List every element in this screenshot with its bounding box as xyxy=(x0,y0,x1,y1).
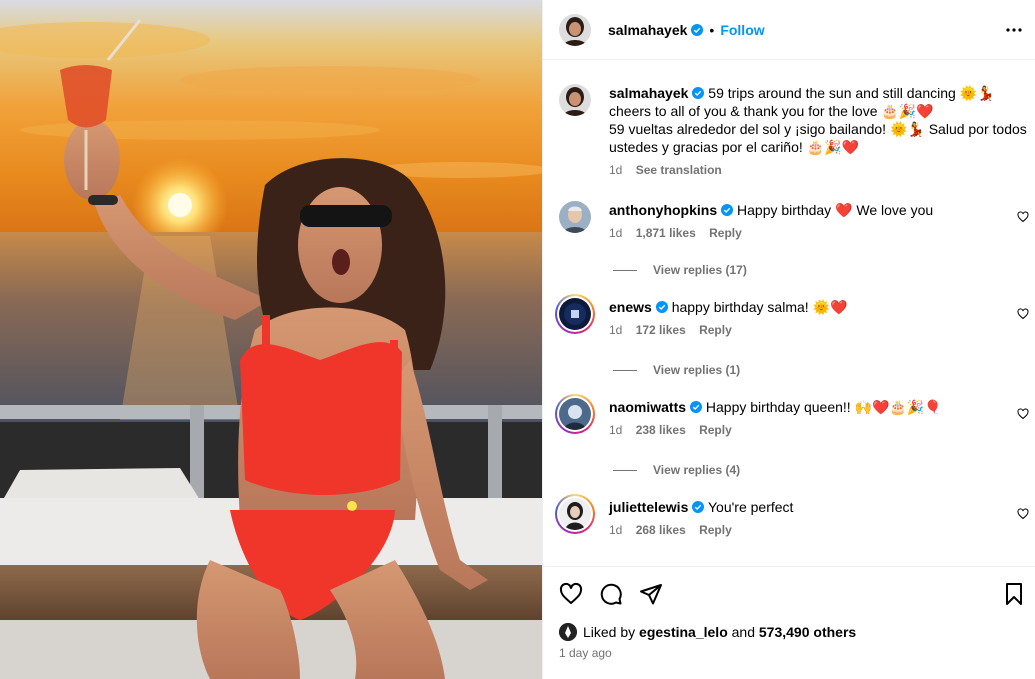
share-icon[interactable] xyxy=(639,582,663,606)
post-photo[interactable] xyxy=(0,0,542,679)
posted-time[interactable]: 1 day ago xyxy=(559,646,612,660)
author-avatar[interactable] xyxy=(559,13,591,46)
liked-by: Liked by egestina_lelo and 573,490 other… xyxy=(559,623,856,641)
comment-time: 1d xyxy=(609,423,623,437)
commenter-avatar[interactable] xyxy=(559,201,591,233)
comment-time: 1d xyxy=(609,226,623,240)
view-replies-button[interactable]: View replies (1) xyxy=(613,363,740,377)
comments-list[interactable]: salmahayek 59 trips around the sun and s… xyxy=(543,61,1035,566)
comment-text: happy birthday salma! 🌞❤️ xyxy=(671,299,848,315)
commenter-avatar-story-ring[interactable] xyxy=(555,294,595,334)
caption-line: cheers to all of you & thank you for the… xyxy=(609,103,934,119)
comment-body: naomiwatts Happy birthday queen!! 🙌❤️🎂🎉🎈… xyxy=(609,398,1011,438)
comment-like-heart-icon[interactable] xyxy=(1017,408,1029,420)
comment-item: juliettelewis You're perfect 1d 268 like… xyxy=(555,494,1029,548)
reply-button[interactable]: Reply xyxy=(709,226,742,240)
commenter-avatar-story-ring[interactable] xyxy=(555,494,595,534)
caption-line: 59 trips around the sun and still dancin… xyxy=(708,85,995,101)
caption-body: salmahayek 59 trips around the sun and s… xyxy=(609,84,1029,178)
caption-meta: 1d See translation xyxy=(609,162,1029,178)
comment-likes[interactable]: 238 likes xyxy=(636,423,686,437)
caption-item: salmahayek 59 trips around the sun and s… xyxy=(559,84,1029,184)
post-side-panel: salmahayek • Follow salmahayek 59 trips … xyxy=(542,0,1035,679)
comment-likes[interactable]: 1,871 likes xyxy=(636,226,696,240)
caption-time: 1d xyxy=(609,163,623,177)
author-avatar[interactable] xyxy=(559,84,591,116)
comment-meta: 1d 172 likes Reply xyxy=(609,322,1011,338)
comment-meta: 1d 268 likes Reply xyxy=(609,522,1011,538)
see-translation-link[interactable]: See translation xyxy=(636,163,722,177)
comment-meta: 1d 238 likes Reply xyxy=(609,422,1011,438)
comment-body: anthonyhopkins Happy birthday ❤️ We love… xyxy=(609,201,1011,241)
comment-time: 1d xyxy=(609,323,623,337)
more-options-icon[interactable] xyxy=(1006,22,1022,38)
comment-likes[interactable]: 268 likes xyxy=(636,523,686,537)
reply-button[interactable]: Reply xyxy=(699,523,732,537)
comment-username[interactable]: anthonyhopkins xyxy=(609,202,717,218)
view-replies-label: View replies (17) xyxy=(653,263,747,277)
comment-like-heart-icon[interactable] xyxy=(1017,211,1029,223)
bookmark-icon[interactable] xyxy=(1002,582,1026,606)
replies-line xyxy=(613,269,637,271)
verified-badge-icon xyxy=(692,501,705,513)
view-replies-label: View replies (4) xyxy=(653,463,741,477)
comment-username[interactable]: juliettelewis xyxy=(609,499,688,515)
comment-like-heart-icon[interactable] xyxy=(1017,308,1029,320)
comment-username[interactable]: enews xyxy=(609,299,652,315)
liked-mid: and xyxy=(731,624,755,640)
separator-dot: • xyxy=(709,21,715,38)
comment-time: 1d xyxy=(609,523,623,537)
instagram-post-view: salmahayek • Follow salmahayek 59 trips … xyxy=(0,0,1035,679)
comment-likes[interactable]: 172 likes xyxy=(636,323,686,337)
author-username[interactable]: salmahayek xyxy=(608,22,687,38)
comment-icon[interactable] xyxy=(599,582,623,606)
verified-badge-icon xyxy=(655,301,668,313)
view-replies-button[interactable]: View replies (4) xyxy=(613,463,740,477)
reply-button[interactable]: Reply xyxy=(699,423,732,437)
view-replies-label: View replies (1) xyxy=(653,363,741,377)
heart-icon[interactable] xyxy=(559,582,583,606)
view-replies-button[interactable]: View replies (17) xyxy=(613,263,747,277)
post-actions: Liked by egestina_lelo and 573,490 other… xyxy=(543,566,1035,679)
comment-item: anthonyhopkins Happy birthday ❤️ We love… xyxy=(559,201,1029,251)
replies-line xyxy=(613,469,637,471)
follow-button[interactable]: Follow xyxy=(720,22,764,38)
comment-body: juliettelewis You're perfect 1d 268 like… xyxy=(609,498,1011,538)
liked-count[interactable]: 573,490 others xyxy=(759,624,856,640)
verified-badge-icon xyxy=(692,87,705,99)
caption-username[interactable]: salmahayek xyxy=(609,85,688,101)
comment-body: enews happy birthday salma! 🌞❤️ 1d 172 l… xyxy=(609,298,1011,338)
comment-meta: 1d 1,871 likes Reply xyxy=(609,225,1011,241)
comment-text: You're perfect xyxy=(708,499,794,515)
post-header: salmahayek • Follow xyxy=(543,0,1035,60)
comment-username[interactable]: naomiwatts xyxy=(609,399,686,415)
comment-text: Happy birthday ❤️ We love you xyxy=(737,202,934,218)
comment-item: naomiwatts Happy birthday queen!! 🙌❤️🎂🎉🎈… xyxy=(555,394,1029,448)
caption-line: ustedes y gracias por el cariño! 🎂🎉❤️ xyxy=(609,139,859,155)
comment-like-heart-icon[interactable] xyxy=(1017,508,1029,520)
verified-badge-icon xyxy=(690,401,703,413)
reply-button[interactable]: Reply xyxy=(699,323,732,337)
comment-item: enews happy birthday salma! 🌞❤️ 1d 172 l… xyxy=(555,294,1029,348)
liker-avatar[interactable] xyxy=(559,623,577,641)
liked-prefix: Liked by xyxy=(583,624,636,640)
comment-text: Happy birthday queen!! 🙌❤️🎂🎉🎈 xyxy=(705,399,942,415)
verified-badge-icon xyxy=(691,23,704,36)
sunset-photo xyxy=(0,0,542,679)
caption-line: 59 vueltas alrededor del sol y ¡sigo bai… xyxy=(609,121,1027,137)
replies-line xyxy=(613,369,637,371)
commenter-avatar-story-ring[interactable] xyxy=(555,394,595,434)
liked-user[interactable]: egestina_lelo xyxy=(639,624,728,640)
verified-badge-icon xyxy=(721,204,734,216)
